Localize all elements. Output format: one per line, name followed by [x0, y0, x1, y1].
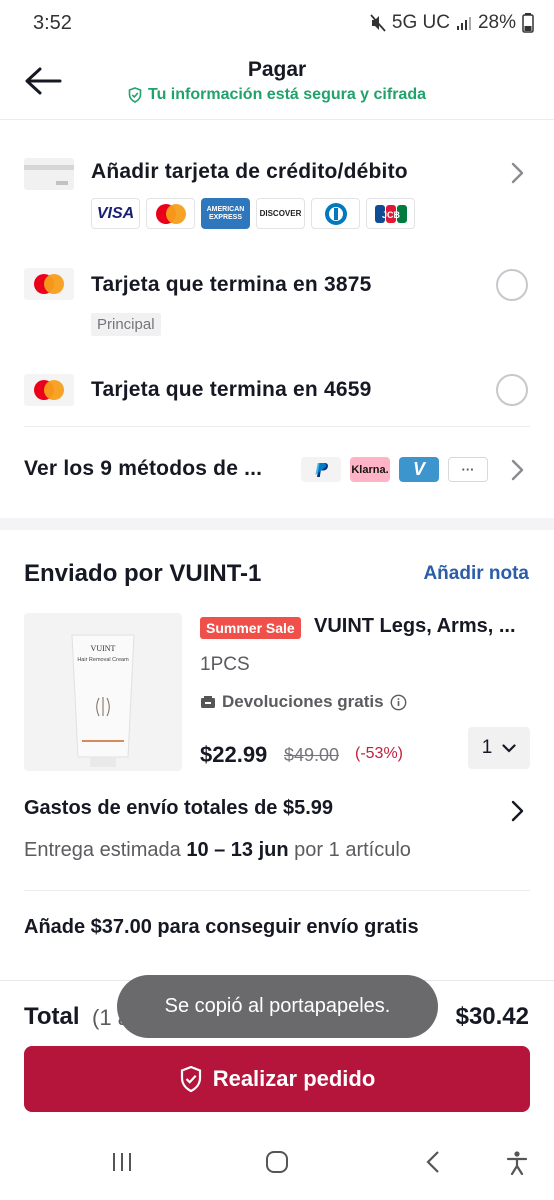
chevron-right-icon[interactable]	[510, 800, 524, 822]
status-bar: 3:52 5G UC 28%	[0, 0, 554, 46]
discover-logo: DISCOVER	[256, 198, 305, 229]
mute-icon	[370, 14, 386, 32]
delivery-dates: 10 – 13 jun	[186, 839, 289, 861]
shield-check-icon	[128, 87, 142, 103]
more-methods-label: Ver los 9 métodos de ...	[24, 457, 263, 480]
saved-card-row[interactable]: Tarjeta que termina en 3875	[0, 260, 554, 350]
amex-logo: AMERICAN EXPRESS	[201, 198, 250, 229]
original-price: $49.00	[284, 745, 340, 765]
mastercard-icon	[24, 374, 74, 406]
shipping-total[interactable]: Gastos de envío totales de $5.99	[24, 797, 333, 820]
product-image[interactable]: VUINT Hair Removal Cream	[24, 613, 182, 771]
status-icons: 5G UC 28%	[370, 12, 534, 34]
paypal-icon	[301, 457, 341, 482]
card-brands: VISA AMERICAN EXPRESS DISCOVER JCB	[91, 198, 415, 229]
venmo-icon: V	[399, 457, 439, 482]
shield-check-icon	[180, 1065, 201, 1093]
total-label: Total	[24, 1003, 80, 1030]
saved-card-row[interactable]: Tarjeta que termina en 4659	[0, 365, 554, 425]
divider	[24, 890, 530, 891]
card-label: Tarjeta que termina en 4659	[91, 378, 372, 401]
product-price: $22.99	[200, 742, 268, 767]
estimated-delivery: Entrega estimada 10 – 13 jun por 1 artíc…	[24, 839, 411, 861]
accessibility-icon[interactable]	[505, 1150, 529, 1176]
battery-icon	[522, 13, 534, 33]
free-returns-label: Devoluciones gratis	[222, 692, 384, 711]
security-text: Tu información está segura y cifrada	[147, 86, 426, 103]
status-time: 3:52	[33, 12, 72, 34]
page-title: Pagar	[247, 58, 307, 81]
diners-logo	[311, 198, 360, 229]
security-notice: Tu información está segura y cifrada	[0, 86, 554, 104]
free-returns: Devoluciones gratis	[200, 692, 407, 712]
quantity-value: 1	[481, 737, 493, 758]
add-note-link[interactable]: Añadir nota	[423, 563, 529, 585]
visa-logo: VISA	[91, 198, 140, 229]
seller-title: Enviado por VUINT-1	[24, 560, 262, 587]
discount-label: (-53%)	[355, 745, 404, 762]
add-card-label: Añadir tarjeta de crédito/débito	[91, 160, 408, 183]
section-gap	[0, 518, 554, 530]
svg-text:VUINT: VUINT	[91, 644, 116, 653]
chevron-down-icon	[502, 743, 516, 753]
back-nav-icon[interactable]	[423, 1150, 443, 1174]
sale-badge: Summer Sale	[200, 617, 301, 639]
system-nav-bar	[0, 1130, 554, 1200]
chevron-right-icon	[511, 459, 524, 481]
default-card-badge: Principal	[91, 313, 161, 336]
card-radio[interactable]	[496, 269, 528, 301]
svg-text:JCB: JCB	[381, 210, 400, 220]
product-name[interactable]: VUINT Legs, Arms, ...	[314, 615, 530, 638]
svg-text:Hair Removal Cream: Hair Removal Cream	[77, 657, 129, 663]
divider	[24, 426, 530, 427]
free-shipping-hint: Añade $37.00 para conseguir envío gratis	[24, 916, 419, 938]
more-icon: ···	[448, 457, 488, 482]
payment-method-icons: Klarna. V ···	[301, 457, 488, 482]
klarna-icon: Klarna.	[350, 457, 390, 482]
return-box-icon	[201, 696, 215, 708]
product-variant: 1PCS	[200, 654, 250, 675]
mastercard-icon	[24, 268, 74, 300]
network-label: 5G UC	[391, 12, 450, 33]
total-amount: $30.42	[455, 1003, 529, 1030]
mastercard-logo	[146, 198, 195, 229]
clipboard-toast: Se copió al portapapeles.	[117, 975, 438, 1038]
battery-label: 28%	[477, 12, 516, 33]
home-icon[interactable]	[265, 1150, 289, 1174]
credit-card-icon	[24, 158, 74, 190]
info-icon[interactable]	[390, 694, 407, 711]
card-radio[interactable]	[496, 374, 528, 406]
checkout-header: Pagar Tu información está segura y cifra…	[0, 46, 554, 120]
card-label: Tarjeta que termina en 3875	[91, 273, 372, 296]
place-order-label: Realizar pedido	[212, 1066, 376, 1091]
place-order-button[interactable]: Realizar pedido	[24, 1046, 530, 1112]
recent-apps-icon[interactable]	[110, 1150, 134, 1174]
signal-icon	[456, 17, 471, 30]
jcb-logo: JCB	[366, 198, 415, 229]
quantity-select[interactable]: 1	[468, 727, 530, 769]
chevron-right-icon	[511, 162, 524, 184]
